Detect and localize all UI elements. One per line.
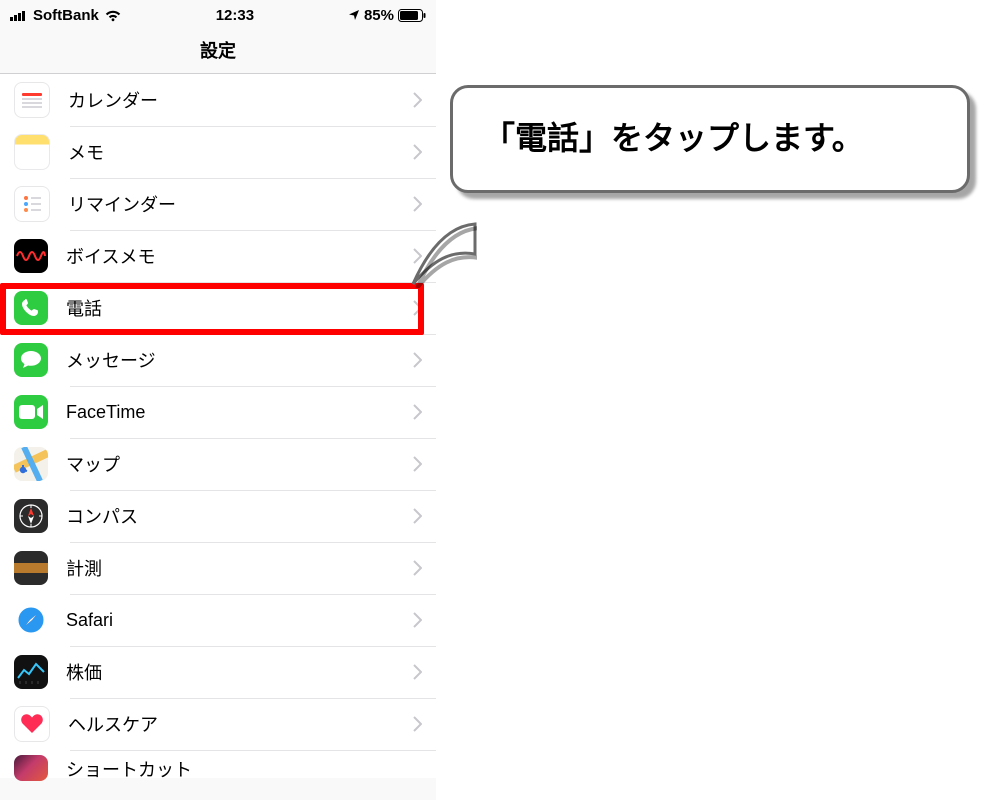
signal-icon: [10, 9, 28, 21]
chevron-right-icon: [413, 716, 422, 732]
row-label: リマインダー: [68, 191, 413, 217]
chevron-right-icon: [413, 352, 422, 368]
row-maps[interactable]: マップ: [0, 438, 436, 490]
messages-icon: [14, 343, 48, 377]
wifi-icon: [104, 9, 122, 22]
page-title: 設定: [0, 26, 436, 74]
row-stocks[interactable]: 株価: [0, 646, 436, 698]
chevron-right-icon: [413, 456, 422, 472]
measure-icon: [14, 551, 48, 585]
chevron-right-icon: [413, 508, 422, 524]
stocks-icon: [14, 655, 48, 689]
row-voicememo[interactable]: ボイスメモ: [0, 230, 436, 282]
chevron-right-icon: [413, 664, 422, 680]
voicememo-icon: [14, 239, 48, 273]
callout-bubble: 「電話」をタップします。: [450, 85, 970, 193]
chevron-right-icon: [413, 92, 422, 108]
row-label: 電話: [66, 295, 413, 321]
callout: 「電話」をタップします。: [450, 85, 970, 193]
row-label: カレンダー: [68, 87, 413, 113]
callout-text: 「電話」をタップします。: [483, 120, 864, 156]
row-notes[interactable]: メモ: [0, 126, 436, 178]
shortcuts-icon: [14, 755, 48, 781]
row-label: マップ: [66, 451, 413, 477]
calendar-icon: [14, 82, 50, 118]
row-measure[interactable]: 計測: [0, 542, 436, 594]
maps-icon: [14, 447, 48, 481]
battery-label: 85%: [364, 7, 394, 24]
compass-icon: [14, 499, 48, 533]
row-shortcuts[interactable]: ショートカット: [0, 750, 436, 778]
chevron-right-icon: [413, 144, 422, 160]
notes-icon: [14, 134, 50, 170]
phone-icon: [14, 291, 48, 325]
chevron-right-icon: [413, 404, 422, 420]
settings-list: カレンダー メモ リマインダー: [0, 74, 436, 778]
row-phone[interactable]: 電話: [0, 282, 436, 334]
row-label: 株価: [66, 659, 413, 685]
chevron-right-icon: [413, 300, 422, 316]
chevron-right-icon: [413, 196, 422, 212]
row-messages[interactable]: メッセージ: [0, 334, 436, 386]
row-label: ボイスメモ: [66, 243, 413, 269]
chevron-right-icon: [413, 612, 422, 628]
row-health[interactable]: ヘルスケア: [0, 698, 436, 750]
clock: 12:33: [216, 7, 254, 24]
row-label: メッセージ: [66, 347, 413, 373]
row-label: コンパス: [66, 503, 413, 529]
row-compass[interactable]: コンパス: [0, 490, 436, 542]
row-safari[interactable]: Safari: [0, 594, 436, 646]
reminders-icon: [14, 186, 50, 222]
health-icon: [14, 706, 50, 742]
row-label: Safari: [66, 610, 413, 631]
status-bar: SoftBank 12:33 85%: [0, 0, 436, 26]
row-reminders[interactable]: リマインダー: [0, 178, 436, 230]
facetime-icon: [14, 395, 48, 429]
battery-icon: [398, 9, 426, 22]
row-label: ヘルスケア: [68, 711, 413, 737]
phone-screen: SoftBank 12:33 85%: [0, 0, 436, 800]
page-title-text: 設定: [200, 37, 236, 63]
location-icon: [348, 9, 360, 21]
row-label: FaceTime: [66, 402, 413, 423]
chevron-right-icon: [413, 560, 422, 576]
row-label: ショートカット: [66, 756, 422, 782]
carrier-label: SoftBank: [33, 7, 99, 24]
row-label: 計測: [66, 555, 413, 581]
safari-icon: [14, 603, 48, 637]
row-calendar[interactable]: カレンダー: [0, 74, 436, 126]
callout-tail-icon: [409, 220, 477, 288]
row-label: メモ: [68, 139, 413, 165]
row-facetime[interactable]: FaceTime: [0, 386, 436, 438]
